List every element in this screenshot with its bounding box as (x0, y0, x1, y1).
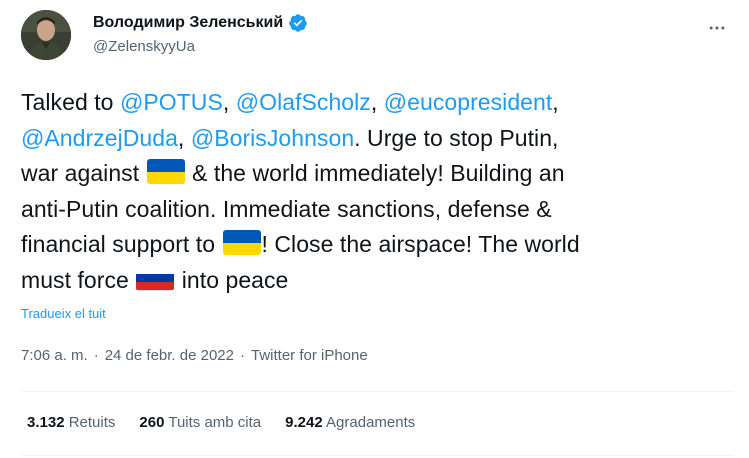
tweet-text-segment: , (177, 124, 191, 151)
author-name[interactable]: Володимир Зеленський (93, 14, 283, 32)
stat-value: 260 (139, 414, 165, 431)
stat-label: Agradaments (326, 414, 416, 431)
tweet-text-segment: war against (21, 160, 146, 186)
russia-flag-icon (136, 265, 175, 291)
tweet-source[interactable]: Twitter for iPhone (251, 347, 368, 364)
avatar-image (21, 10, 71, 60)
tweet-stats: 3.132 Retuits 260 Tuits amb cita 9.242 A… (27, 414, 439, 431)
divider (21, 455, 734, 456)
tweet-text-segment: , (370, 89, 384, 115)
mention-link[interactable]: @BorisJohnson (191, 125, 354, 151)
mention-link[interactable]: @OlafScholz (236, 89, 371, 115)
tweet-text-segment: . Urge to stop Putin, (354, 124, 559, 151)
retweets-count[interactable]: 3.132 Retuits (27, 414, 115, 431)
tweet-text-segment: into peace (175, 266, 289, 293)
tweet-text-segment: anti-Putin coalition. Immediate sanction… (21, 195, 552, 222)
tweet-text-segment: , (222, 89, 236, 115)
tweet-text-segment: & the world immediately! Building an (185, 160, 565, 186)
verified-badge-icon (288, 13, 308, 33)
stat-label: Retuits (68, 414, 116, 431)
tweet-text-segment: ! Close the airspace! The world (261, 231, 580, 257)
author-handle[interactable]: @ZelenskyyUa (93, 38, 195, 55)
quote-tweets-count[interactable]: 260 Tuits amb cita (139, 414, 261, 431)
tweet-card: Володимир Зеленський @ZelenskyyUa Talked… (0, 0, 749, 458)
tweet-meta: 7:06 a. m. · 24 de febr. de 2022 · Twitt… (21, 347, 368, 364)
tweet-date[interactable]: 24 de febr. de 2022 (105, 347, 234, 364)
stat-value: 3.132 (27, 414, 65, 431)
ukraine-flag-icon (222, 230, 261, 255)
tweet-text: Talked to @POTUS, @OlafScholz, @eucopres… (21, 85, 721, 298)
ukraine-flag-icon (146, 159, 185, 184)
stat-label: Tuits amb cita (168, 414, 262, 431)
stat-value: 9.242 (285, 414, 323, 431)
more-options-button[interactable] (700, 14, 734, 42)
tweet-text-segment: must force (21, 266, 136, 293)
tweet-text-segment: Talked to (21, 89, 120, 115)
author-avatar[interactable] (21, 10, 71, 60)
mention-link[interactable]: @AndrzejDuda (21, 125, 178, 151)
tweet-text-segment: financial support to (21, 231, 222, 257)
tweet-time[interactable]: 7:06 a. m. (21, 347, 88, 364)
author-name-row: Володимир Зеленський (93, 13, 308, 33)
divider (21, 391, 734, 392)
meta-separator: · (93, 347, 99, 364)
translate-tweet-link[interactable]: Tradueix el tuit (21, 306, 106, 321)
more-horizontal-icon (709, 26, 725, 30)
tweet-text-segment: , (552, 89, 559, 115)
meta-separator: · (239, 347, 245, 364)
mention-link[interactable]: @eucopresident (384, 89, 553, 115)
likes-count[interactable]: 9.242 Agradaments (285, 414, 415, 431)
mention-link[interactable]: @POTUS (120, 89, 223, 115)
